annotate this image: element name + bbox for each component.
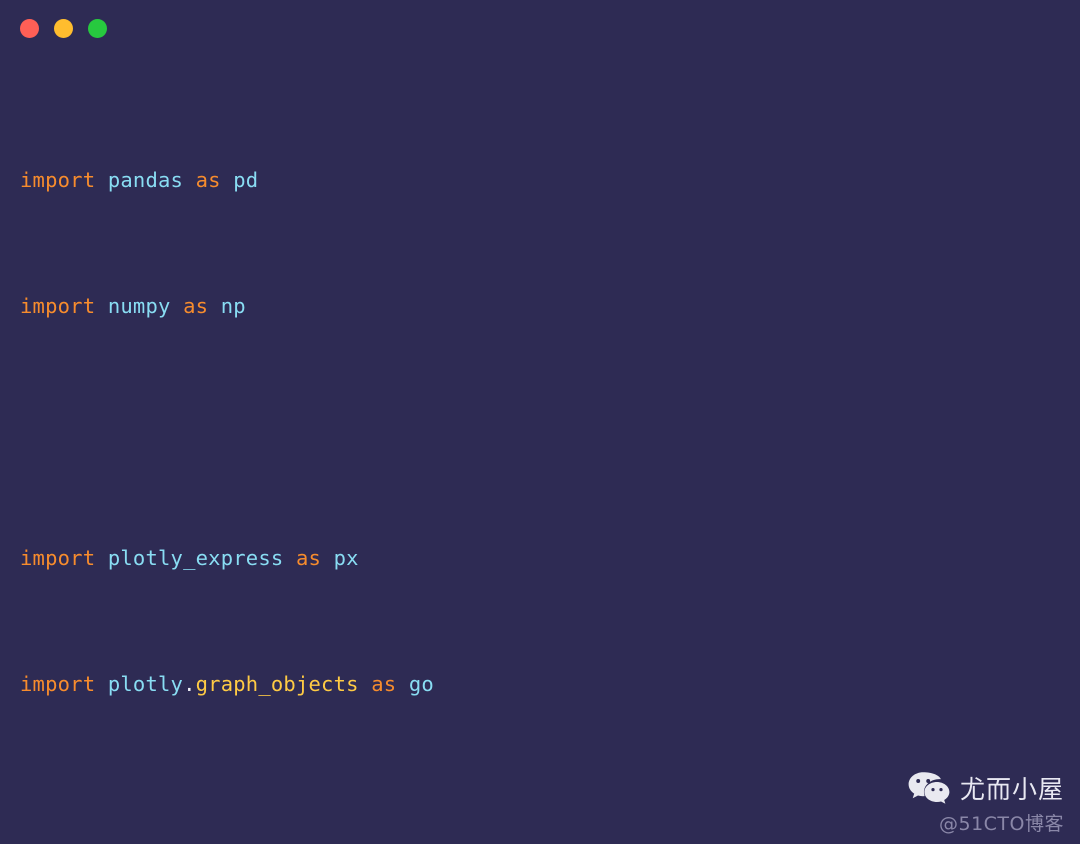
close-button[interactable] [20, 18, 39, 38]
token-module: pandas [107, 167, 184, 192]
token-keyword-as: as [295, 545, 322, 570]
wechat-icon [907, 770, 951, 806]
code-screenshot-window: import pandas as pd import numpy as np i… [0, 0, 1080, 844]
code-line: import numpy as np [20, 291, 1080, 323]
code-block[interactable]: import pandas as pd import numpy as np i… [20, 70, 1080, 844]
token-dot: . [183, 671, 196, 696]
token-module: plotly [107, 671, 184, 696]
token-alias: pd [233, 167, 259, 192]
minimize-button[interactable] [54, 18, 73, 38]
token-module: numpy [107, 293, 171, 318]
code-line: import pandas as pd [20, 165, 1080, 197]
token-keyword-as: as [183, 293, 209, 318]
watermark-brand: 尤而小屋 [907, 770, 1064, 806]
token-keyword: import [20, 293, 96, 318]
code-line: import plotly_express as px [20, 543, 1080, 575]
token-keyword-as: as [195, 167, 221, 192]
watermark-source: @51CTO博客 [938, 813, 1064, 835]
watermark-account-name: 尤而小屋 [959, 775, 1064, 804]
maximize-button[interactable] [88, 18, 107, 38]
token-alias: go [408, 671, 434, 696]
token-keyword-as: as [371, 671, 397, 696]
token-alias: px [333, 545, 359, 570]
token-module: plotly_express [107, 545, 284, 570]
token-keyword: import [20, 545, 96, 570]
token-keyword: import [20, 167, 96, 192]
token-keyword: import [20, 671, 96, 696]
watermark: 尤而小屋 @51CTO博客 [907, 770, 1064, 836]
code-line: import plotly.graph_objects as go [20, 669, 1080, 701]
token-attribute: graph_objects [195, 671, 359, 696]
token-alias: np [220, 293, 246, 318]
title-bar [0, 0, 1080, 56]
